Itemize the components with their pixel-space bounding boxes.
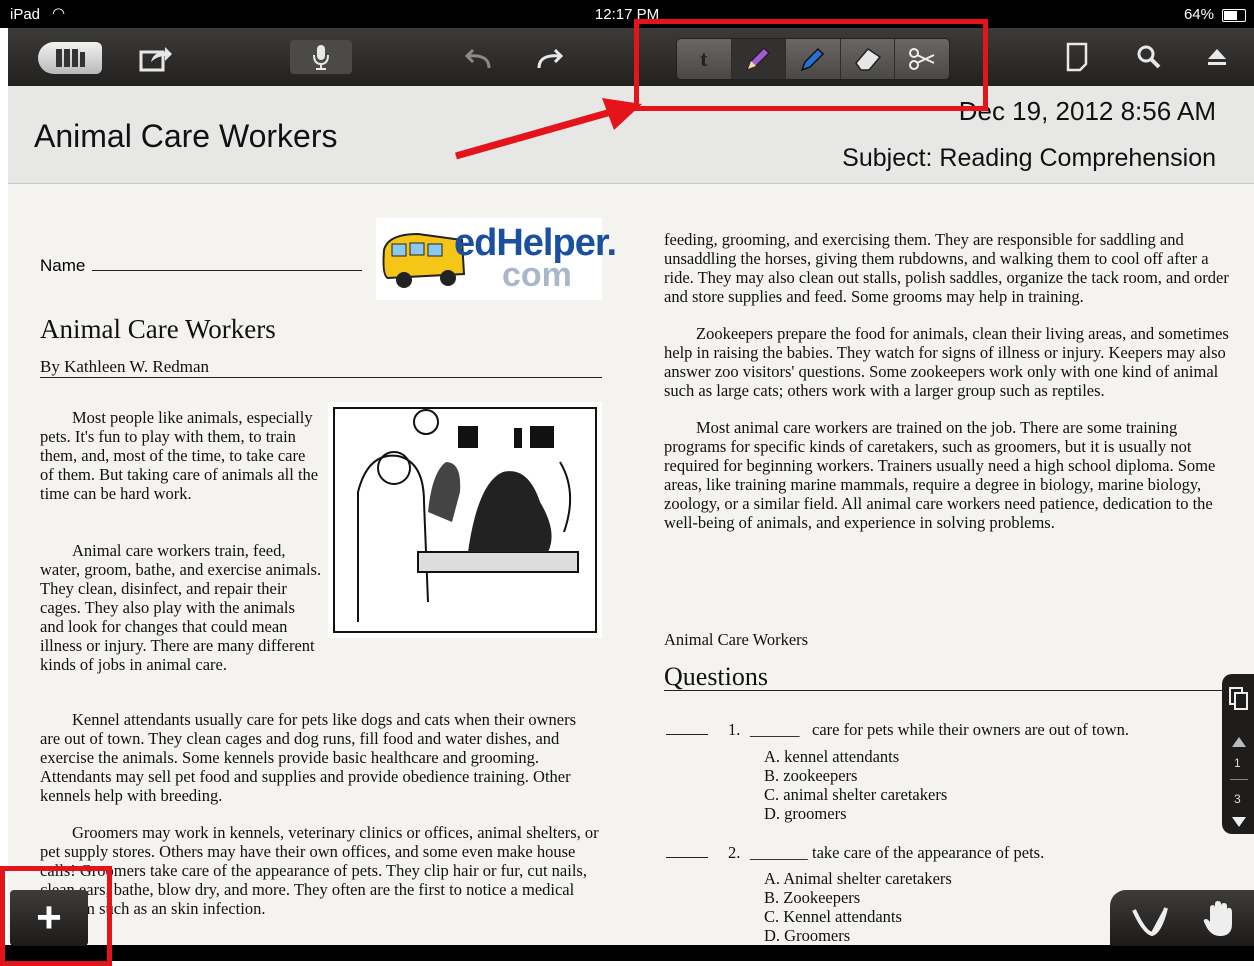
battery-percent: 64% (1183, 6, 1214, 23)
share-button[interactable] (136, 42, 176, 74)
page-icon (1066, 42, 1088, 72)
page-button[interactable] (1060, 40, 1094, 74)
option: B. zookeepers (764, 766, 858, 785)
bottom-edge (0, 945, 1254, 961)
answer-blank[interactable] (666, 734, 708, 735)
right-column-text: feeding, grooming, and exercising them. … (664, 230, 1230, 550)
paragraph: Most people like animals, especially pet… (40, 408, 319, 503)
microphone-icon (313, 45, 329, 70)
page-up-icon[interactable] (1231, 736, 1247, 748)
question-1-options: A. kennel attendants B. zookeepers C. an… (764, 747, 947, 823)
name-label: Name (40, 256, 86, 275)
document-page[interactable]: Name edHelper. com Animal Care Workers B… (8, 184, 1254, 945)
current-page: 1 (1234, 756, 1241, 770)
section-label: Animal Care Workers (664, 630, 809, 649)
pages-icon (1229, 687, 1248, 710)
paragraph: Animal care workers train, feed, water, … (40, 541, 322, 674)
redo-icon (537, 48, 563, 69)
microphone-button[interactable] (290, 40, 352, 74)
page-divider (1230, 779, 1248, 780)
question-text: care for pets while their owners are out… (812, 720, 1130, 739)
edhelper-logo: edHelper. com (376, 218, 617, 300)
answer-blank[interactable] (666, 857, 708, 858)
highlight-box-add (0, 866, 112, 966)
questions-rule (664, 690, 1224, 691)
note-date: Dec 19, 2012 8:56 AM (958, 96, 1216, 126)
top-toolbar: t (8, 28, 1254, 86)
question-number: 1. (728, 720, 741, 739)
note-title[interactable]: Animal Care Workers (34, 118, 337, 155)
question-number: 2. (728, 843, 741, 862)
option: B. Zookeepers (764, 888, 861, 907)
intro-paragraph-1: Most people like animals, especially pet… (40, 408, 322, 521)
author-byline: By Kathleen W. Redman (40, 357, 210, 376)
paragraph: Groomers may work in kennels, veterinary… (40, 823, 599, 918)
questions-heading: Questions (664, 662, 768, 691)
question-2-options: A. Animal shelter caretakers B. Zookeepe… (764, 869, 952, 945)
page-down-icon[interactable] (1231, 816, 1247, 828)
library-button[interactable] (38, 42, 102, 74)
bottom-tools (1110, 890, 1254, 946)
note-subject[interactable]: Subject: Reading Comprehension (842, 144, 1216, 173)
title-rule (40, 377, 602, 378)
option: D. groomers (764, 804, 847, 823)
redo-button[interactable] (528, 42, 568, 74)
hand-pan-icon[interactable] (1202, 900, 1236, 938)
highlight-box-tools (634, 19, 988, 111)
left-column-text: Kennel attendants usually care for pets … (40, 710, 600, 936)
library-icon (56, 49, 85, 67)
paragraph: feeding, grooming, and exercising them. … (664, 230, 1229, 306)
status-bar: iPad ◠ 12:17 PM 64% (0, 0, 1254, 28)
paragraph: Most animal care workers are trained on … (664, 418, 1216, 532)
option: D. Groomers (764, 926, 851, 945)
name-line (92, 270, 362, 271)
eject-icon (1208, 49, 1226, 65)
intro-paragraph-2-top: Animal care workers train, feed, water, … (40, 541, 322, 674)
clock: 12:17 PM (594, 6, 660, 23)
question-blank: _______ (750, 843, 808, 862)
option: A. Animal shelter caretakers (764, 869, 952, 888)
paragraph: Kennel attendants usually care for pets … (40, 710, 577, 805)
total-pages: 3 (1234, 792, 1241, 806)
stylus-write-icon[interactable] (1130, 902, 1170, 940)
option: A. kennel attendants (764, 747, 900, 766)
option: C. animal shelter caretakers (764, 785, 948, 804)
share-icon (139, 47, 172, 72)
logo-subtext: com (502, 256, 572, 294)
battery-icon (1222, 9, 1246, 22)
veterinarian-illustration (328, 402, 602, 638)
page-scroller[interactable]: 1 3 (1222, 674, 1254, 834)
undo-button[interactable] (460, 42, 500, 74)
search-button[interactable] (1132, 40, 1166, 74)
eject-button[interactable] (1200, 40, 1234, 74)
question-text: take care of the appearance of pets. (812, 843, 1045, 862)
red-arrow-icon (455, 98, 642, 160)
worksheet-title: Animal Care Workers (40, 314, 276, 344)
option: C. Kennel attendants (764, 907, 902, 926)
paragraph: Zookeepers prepare the food for animals,… (664, 324, 1229, 400)
search-icon (1137, 45, 1161, 69)
question-blank: ______ (750, 720, 800, 739)
vet-with-dogs-image (333, 407, 597, 633)
undo-icon (465, 48, 491, 69)
